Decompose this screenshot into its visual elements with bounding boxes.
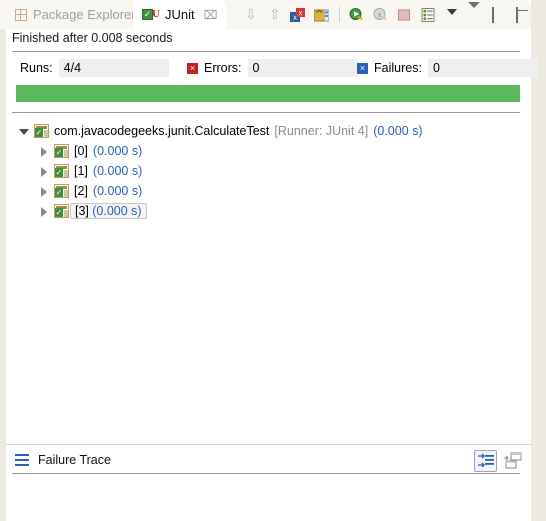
progress-divider	[12, 112, 520, 113]
rerun-test-button[interactable]	[347, 5, 367, 25]
failure-x-icon: ×	[357, 62, 368, 74]
toolbar-separator	[339, 7, 340, 22]
failures-value: 0	[427, 59, 538, 77]
tree-row-test-3[interactable]: ✓ [3] (0.000 s)	[38, 201, 147, 221]
failure-trace-title: Failure Trace	[38, 453, 111, 467]
rerun-failed-icon: x	[373, 7, 387, 20]
compare-result-icon	[504, 452, 522, 469]
test-suite-pass-icon: ✓	[34, 124, 49, 138]
view-control-group	[468, 0, 529, 29]
test-progress-bar	[16, 85, 520, 102]
tab-junit-label: JUnit	[165, 7, 195, 22]
arrow-up-icon: ⇧	[269, 5, 281, 22]
test-name: [3]	[75, 204, 89, 218]
lock-icon	[314, 9, 329, 21]
maximize-icon	[516, 7, 518, 23]
view-toolbar: ⇩ ⇧ x x x	[240, 0, 463, 29]
next-failed-test-button[interactable]: ⇩	[240, 5, 260, 25]
failure-trace-header: Failure Trace	[0, 447, 531, 473]
tab-junit[interactable]: ✓ U JUnit ⌧	[133, 0, 227, 29]
test-time: (0.000 s)	[92, 184, 143, 198]
failure-trace-buttons	[474, 450, 523, 472]
test-pass-icon: ✓	[54, 184, 69, 198]
filter-failures-icon: x x	[290, 7, 305, 22]
selected-row-highlight: [3] (0.000 s)	[70, 203, 147, 219]
stop-button[interactable]	[395, 5, 415, 25]
history-list-icon	[421, 7, 435, 22]
errors-counter: × Errors: 0	[187, 58, 358, 78]
test-pass-icon: ✓	[54, 164, 69, 178]
test-time: (0.000 s)	[92, 144, 143, 158]
test-pass-icon: ✓	[54, 144, 69, 158]
expand-twisty-open-icon[interactable]	[18, 126, 29, 137]
failure-trace-separator	[0, 444, 531, 445]
status-divider	[12, 51, 520, 52]
scroll-lock-button[interactable]	[312, 5, 332, 25]
test-name: [0]	[74, 144, 88, 158]
runs-counter: Runs: 4/4	[20, 58, 169, 78]
view-left-edge	[0, 29, 6, 521]
rerun-failed-tests-button[interactable]: x	[371, 5, 391, 25]
test-name: [2]	[74, 184, 88, 198]
errors-label: Errors:	[204, 61, 242, 75]
previous-failed-test-button[interactable]: ⇧	[264, 5, 284, 25]
errors-value: 0	[247, 59, 358, 77]
failure-trace-icon	[15, 454, 29, 466]
test-time: (0.000 s)	[92, 164, 143, 178]
expand-twisty-closed-icon[interactable]	[38, 186, 49, 197]
toolbar-dropdown-button[interactable]	[443, 5, 463, 25]
compare-result-button[interactable]	[502, 451, 523, 471]
chevron-down-icon	[447, 8, 457, 15]
runs-value: 4/4	[58, 59, 169, 77]
test-time: (0.000 s)	[92, 204, 142, 218]
minimize-icon	[492, 7, 494, 23]
tree-row-test-0[interactable]: ✓ [0] (0.000 s)	[38, 141, 142, 161]
maximize-view-button[interactable]	[516, 7, 529, 23]
filter-stack-trace-icon	[478, 453, 494, 468]
filter-stack-trace-button[interactable]	[474, 450, 497, 472]
junit-icon: ✓ U	[142, 7, 160, 20]
run-status-text: Finished after 0.008 seconds	[12, 31, 173, 45]
view-menu-chevron-icon	[468, 2, 480, 22]
tab-package-explorer[interactable]: Package Explorer	[6, 0, 145, 29]
failures-counter: × Failures: 0	[357, 58, 538, 78]
test-name: [1]	[74, 164, 88, 178]
error-x-icon: ×	[187, 62, 198, 74]
expand-twisty-closed-icon[interactable]	[38, 206, 49, 217]
expand-twisty-closed-icon[interactable]	[38, 146, 49, 157]
test-run-history-button[interactable]	[419, 5, 439, 25]
tree-row-test-1[interactable]: ✓ [1] (0.000 s)	[38, 161, 142, 181]
failure-trace-content[interactable]	[0, 474, 531, 521]
arrow-down-icon: ⇩	[245, 5, 257, 22]
close-icon[interactable]: ⌧	[204, 8, 218, 22]
svg-text:x: x	[299, 8, 303, 17]
suite-time: (0.000 s)	[373, 124, 423, 138]
stop-icon	[398, 9, 410, 20]
show-failures-only-button[interactable]: x x	[288, 5, 308, 25]
suite-name: com.javacodegeeks.junit.CalculateTest	[54, 124, 270, 138]
expand-twisty-closed-icon[interactable]	[38, 166, 49, 177]
test-result-tree[interactable]: ✓ com.javacodegeeks.junit.CalculateTest …	[0, 116, 531, 444]
package-explorer-icon	[15, 8, 27, 21]
view-menu-button[interactable]	[468, 2, 481, 22]
runs-label: Runs:	[20, 61, 53, 75]
failures-label: Failures:	[374, 61, 422, 75]
test-pass-icon: ✓	[54, 204, 69, 218]
tab-package-explorer-label: Package Explorer	[33, 7, 136, 22]
counter-panel: Runs: 4/4 × Errors: 0 × Failures: 0	[12, 58, 538, 78]
tree-row-suite[interactable]: ✓ com.javacodegeeks.junit.CalculateTest …	[18, 121, 423, 141]
junit-view: Package Explorer ✓ U JUnit ⌧ ⇩ ⇧ x x x F…	[0, 0, 538, 521]
view-tab-bar: Package Explorer ✓ U JUnit ⌧ ⇩ ⇧ x x x	[0, 0, 531, 29]
suite-runner: [Runner: JUnit 4]	[274, 124, 369, 138]
tree-row-test-2[interactable]: ✓ [2] (0.000 s)	[38, 181, 142, 201]
rerun-green-icon	[349, 7, 363, 20]
minimize-view-button[interactable]	[492, 7, 505, 23]
